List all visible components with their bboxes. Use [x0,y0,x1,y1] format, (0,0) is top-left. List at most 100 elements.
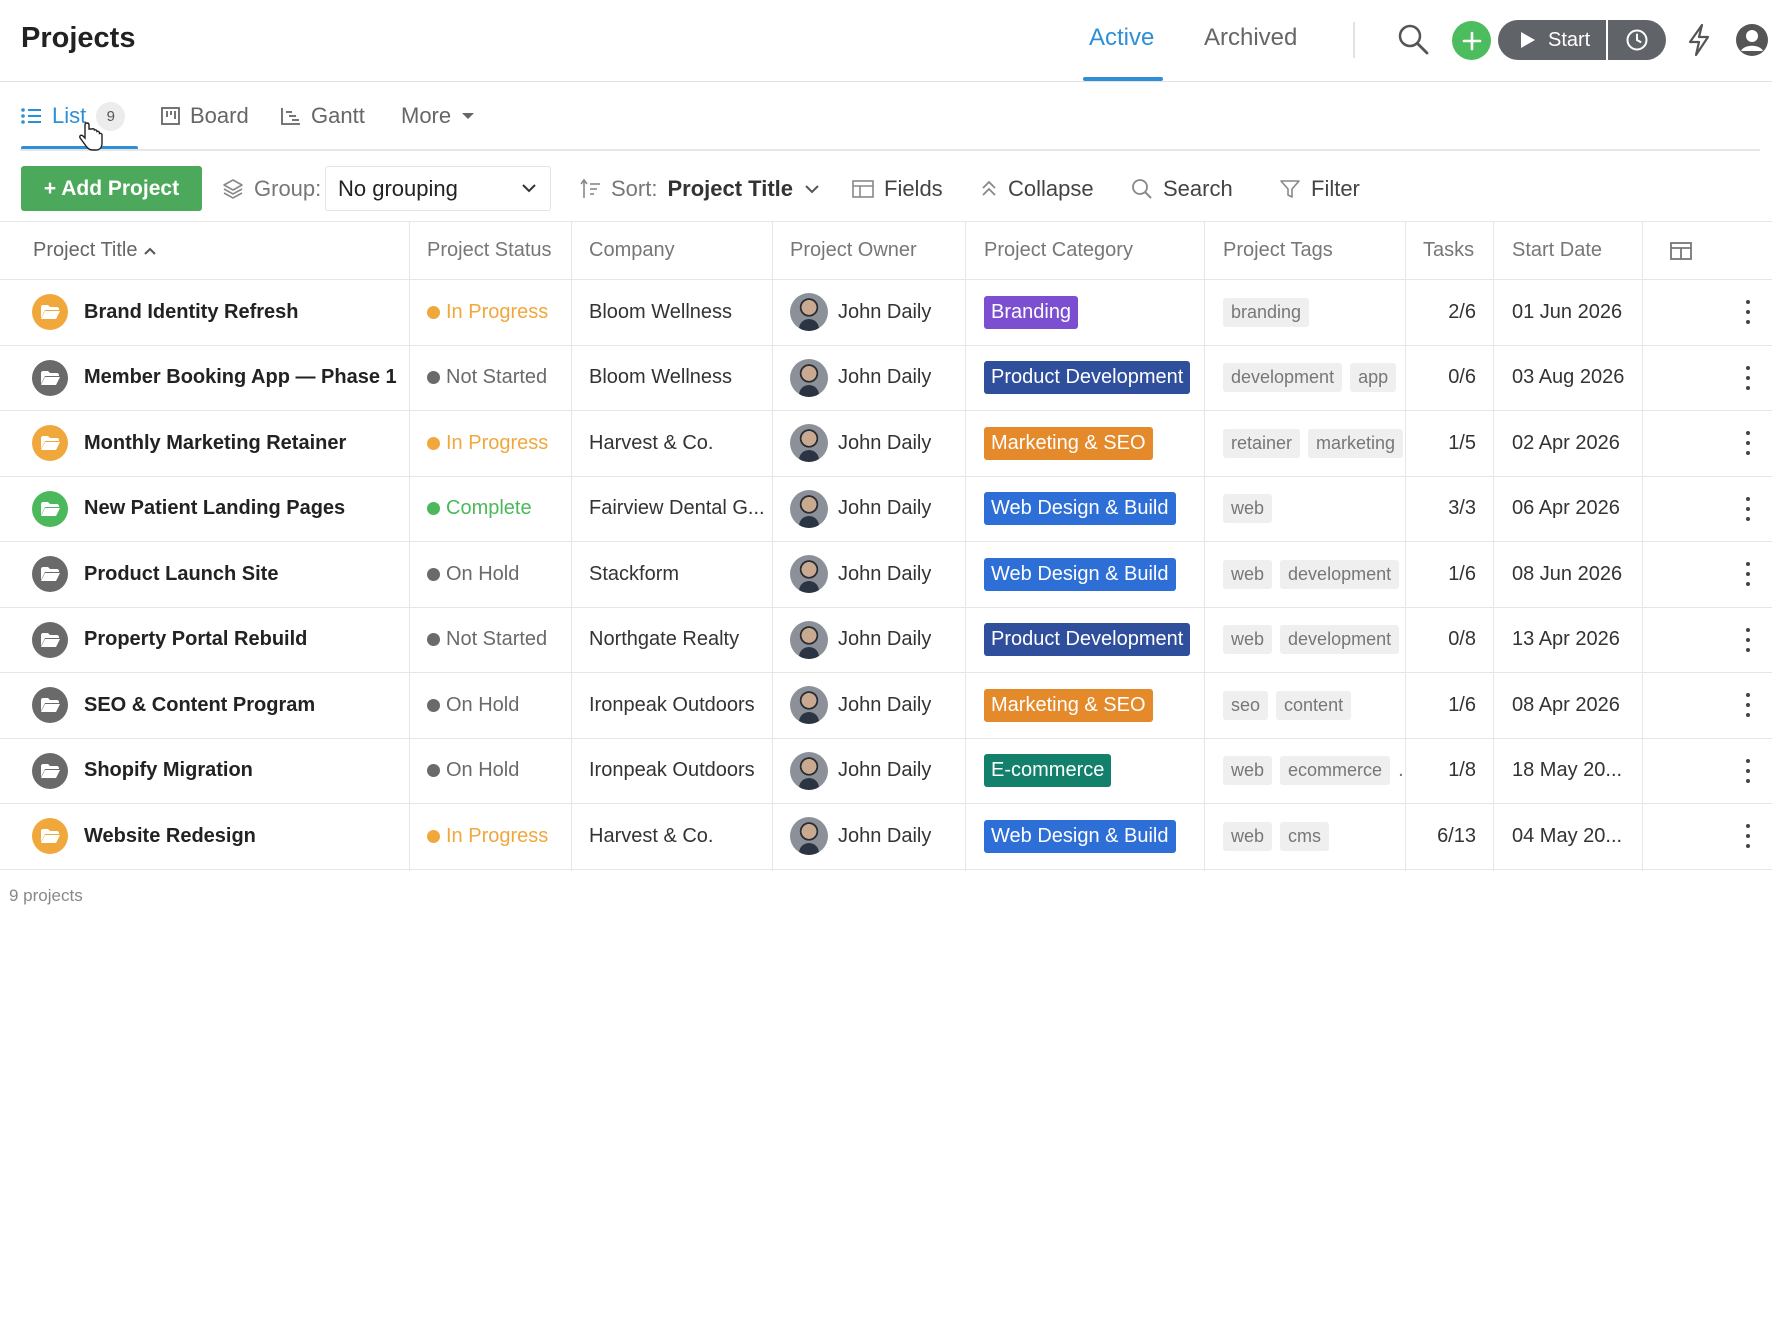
project-tag[interactable]: retainer [1223,428,1301,458]
project-title[interactable]: Website Redesign [84,825,256,848]
start-date-cell[interactable]: 08 Apr 2026 [1512,673,1637,737]
start-date-cell[interactable]: 06 Apr 2026 [1512,477,1637,541]
tags-cell[interactable]: developmentapp. [1223,346,1403,410]
tags-cell[interactable]: webecommerce. [1223,739,1403,803]
tasks-cell[interactable]: 2/6 [1411,280,1476,344]
owner-cell[interactable]: John Daily [790,804,931,868]
quick-add-button[interactable] [1452,21,1491,60]
owner-cell[interactable]: John Daily [790,673,931,737]
owner-cell[interactable]: John Daily [790,411,931,475]
project-title[interactable]: Monthly Marketing Retainer [84,432,346,455]
project-title-cell[interactable]: Member Booking App — Phase 1 [32,346,397,410]
table-row[interactable]: New Patient Landing Pages Complete Fairvie… [0,477,1772,542]
project-title-cell[interactable]: Monthly Marketing Retainer [32,411,346,475]
tab-active[interactable]: Active [1089,24,1154,52]
row-menu-icon[interactable] [1742,824,1754,848]
project-tag[interactable]: development [1223,363,1343,392]
project-title-cell[interactable]: New Patient Landing Pages [32,477,345,541]
tasks-cell[interactable]: 0/6 [1411,346,1476,410]
project-title-cell[interactable]: Product Launch Site [32,542,278,606]
tasks-cell[interactable]: 0/8 [1411,608,1476,672]
tasks-cell[interactable]: 1/6 [1411,673,1476,737]
header-start-date[interactable]: Start Date [1500,222,1602,279]
company-cell[interactable]: Stackform [589,542,767,606]
company-cell[interactable]: Fairview Dental G... [589,477,767,541]
table-row[interactable]: Monthly Marketing Retainer In Progress Har… [0,411,1772,477]
project-title[interactable]: Shopify Migration [84,759,253,782]
project-title[interactable]: SEO & Content Program [84,694,315,717]
company-cell[interactable]: Ironpeak Outdoors [589,739,767,803]
owner-cell[interactable]: John Daily [790,608,931,672]
category-cell[interactable]: Marketing & SEO [984,411,1153,475]
search-icon[interactable] [1396,22,1430,56]
header-tasks[interactable]: Tasks [1411,222,1474,279]
project-tag[interactable]: development [1280,625,1400,654]
project-title-cell[interactable]: Property Portal Rebuild [32,608,307,672]
owner-cell[interactable]: John Daily [790,346,931,410]
tags-cell[interactable]: webdevelopment. [1223,542,1403,606]
project-tag[interactable]: web [1223,756,1273,785]
project-title[interactable]: Brand Identity Refresh [84,301,298,324]
project-title[interactable]: Product Launch Site [84,563,278,586]
project-title-cell[interactable]: SEO & Content Program [32,673,315,737]
tags-cell[interactable]: seo content [1223,673,1403,737]
tags-cell[interactable]: web cms [1223,804,1403,868]
project-tag[interactable]: app [1350,363,1397,392]
project-tag[interactable]: branding [1223,297,1310,327]
project-tag[interactable]: content [1276,690,1352,720]
category-cell[interactable]: Marketing & SEO [984,673,1153,737]
project-tag[interactable]: seo [1223,690,1269,720]
project-tag[interactable]: web [1223,494,1273,523]
row-menu-icon[interactable] [1742,693,1754,717]
project-tag[interactable]: development [1280,559,1400,589]
start-date-cell[interactable]: 01 Jun 2026 [1512,280,1637,344]
tab-list[interactable]: List 9 [21,101,126,131]
project-status-cell[interactable]: Not Started [427,346,547,410]
project-title-cell[interactable]: Website Redesign [32,804,256,868]
category-cell[interactable]: E-commerce [984,739,1112,803]
timesheet-button[interactable] [1608,20,1666,60]
table-row[interactable]: Shopify Migration On Hold Ironpeak Outdoor… [0,739,1772,804]
project-status-cell[interactable]: In Progress [427,804,548,868]
row-menu-icon[interactable] [1742,431,1754,455]
project-tag[interactable]: marketing [1308,428,1403,458]
row-menu-icon[interactable] [1742,758,1754,783]
filter-button[interactable]: Filter [1279,174,1360,204]
row-menu-icon[interactable] [1742,496,1754,521]
tab-more[interactable]: More [401,101,475,131]
project-status-cell[interactable]: On Hold [427,542,519,606]
project-status-cell[interactable]: In Progress [427,411,548,475]
company-cell[interactable]: Harvest & Co. [589,804,767,868]
sort-control[interactable]: Sort: Project Title [579,174,821,204]
tasks-cell[interactable]: 1/6 [1411,542,1476,606]
user-icon[interactable] [1734,22,1770,58]
owner-cell[interactable]: John Daily [790,739,931,803]
start-date-cell[interactable]: 08 Jun 2026 [1512,542,1637,606]
project-status-cell[interactable]: In Progress [427,280,548,344]
tab-archived[interactable]: Archived [1204,24,1297,52]
row-menu-icon[interactable] [1742,562,1754,586]
start-date-cell[interactable]: 04 May 20... [1512,804,1637,868]
project-title[interactable]: New Patient Landing Pages [84,497,345,520]
tasks-cell[interactable]: 6/13 [1411,804,1476,868]
tags-cell[interactable]: retainer marketing [1223,411,1403,475]
company-cell[interactable]: Ironpeak Outdoors [589,673,767,737]
start-date-cell[interactable]: 03 Aug 2026 [1512,346,1637,410]
owner-cell[interactable]: John Daily [790,477,931,541]
tasks-cell[interactable]: 1/8 [1411,739,1476,803]
tags-cell[interactable]: branding [1223,280,1403,344]
lightning-icon[interactable] [1683,22,1715,58]
search-button[interactable]: Search [1131,174,1233,204]
header-project-title[interactable]: Project Title [21,222,157,279]
tags-cell[interactable]: webdevelopment. [1223,608,1403,672]
fields-button[interactable]: Fields [852,174,943,204]
owner-cell[interactable]: John Daily [790,542,931,606]
tab-gantt[interactable]: Gantt [281,101,365,131]
company-cell[interactable]: Bloom Wellness [589,280,767,344]
category-cell[interactable]: Product Development [984,608,1191,672]
category-cell[interactable]: Web Design & Build [984,542,1176,606]
header-project-tags[interactable]: Project Tags [1211,222,1333,279]
company-cell[interactable]: Northgate Realty [589,608,767,672]
tasks-cell[interactable]: 1/5 [1411,411,1476,475]
table-row[interactable]: Product Launch Site On Hold Stackform John … [0,542,1772,608]
